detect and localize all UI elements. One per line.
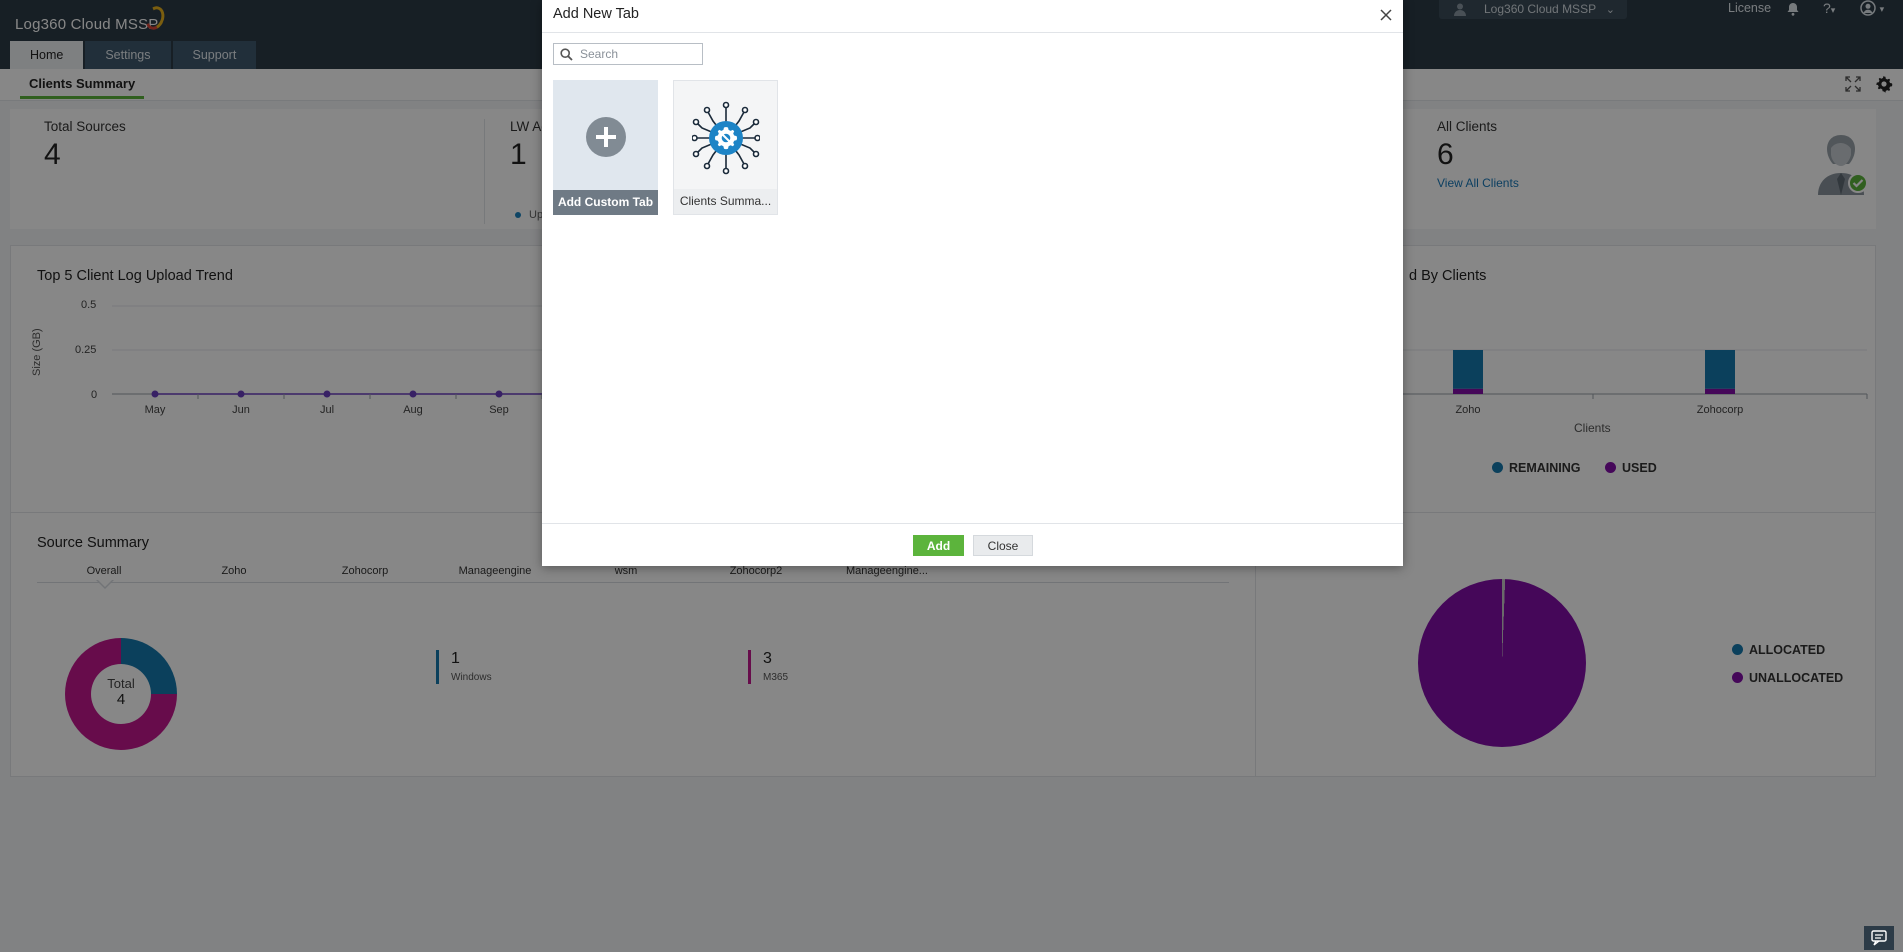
- clients-summary-tile[interactable]: Clients Summa...: [673, 80, 778, 215]
- dialog-footer: Add Close: [542, 523, 1403, 566]
- close-icon[interactable]: [1379, 8, 1393, 22]
- tile-label: Clients Summa...: [674, 189, 777, 214]
- add-button[interactable]: Add: [913, 535, 964, 556]
- plus-circle-icon: [586, 117, 626, 157]
- chat-icon: [1871, 930, 1887, 946]
- dialog-header: Add New Tab: [542, 0, 1403, 33]
- add-new-tab-dialog: Add New Tab Add Custom Tab: [542, 0, 1403, 566]
- close-button[interactable]: Close: [973, 535, 1033, 556]
- dialog-title: Add New Tab: [553, 6, 639, 22]
- add-custom-tab-tile[interactable]: Add Custom Tab: [553, 80, 658, 215]
- search-field: [553, 43, 703, 65]
- search-icon: [560, 48, 573, 61]
- search-input[interactable]: [580, 45, 698, 63]
- network-hub-icon: [692, 101, 760, 175]
- tile-label: Add Custom Tab: [553, 190, 658, 215]
- chat-button[interactable]: [1864, 926, 1894, 950]
